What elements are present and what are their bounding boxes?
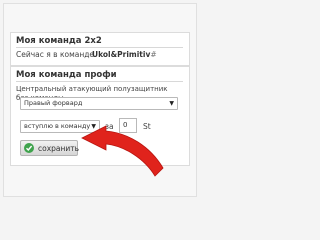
check-circle-icon: [24, 143, 34, 153]
team-name-text[interactable]: Ukol&Primitiv: [92, 50, 150, 59]
amount-input[interactable]: 0: [119, 118, 137, 133]
team-hash: #: [150, 50, 157, 59]
currency-label: St: [143, 122, 151, 131]
chevron-down-icon: ▼: [91, 123, 96, 130]
my-team-title: Моя команда 2x2: [16, 36, 102, 46]
pro-team-divider: [16, 81, 183, 82]
chevron-down-icon: ▼: [169, 100, 174, 107]
my-team-name[interactable]: Ukol&Primitiv#: [92, 49, 157, 60]
my-team-divider: [16, 47, 183, 48]
my-team-card: Моя команда 2x2 Сейчас я в команде Ukol&…: [10, 32, 190, 66]
save-button-label: сохранить: [38, 144, 80, 153]
pro-team-title: Моя команда профи: [16, 70, 117, 80]
my-team-status-label: Сейчас я в команде: [16, 50, 95, 59]
position-select[interactable]: Правый форвард ▼: [20, 97, 178, 110]
position-select-value: Правый форвард: [24, 99, 83, 107]
action-select[interactable]: вступлю в команду ▼: [20, 120, 100, 133]
action-select-value: вступлю в команду: [24, 122, 91, 130]
for-label: за: [105, 122, 114, 131]
save-button[interactable]: сохранить: [20, 140, 80, 156]
